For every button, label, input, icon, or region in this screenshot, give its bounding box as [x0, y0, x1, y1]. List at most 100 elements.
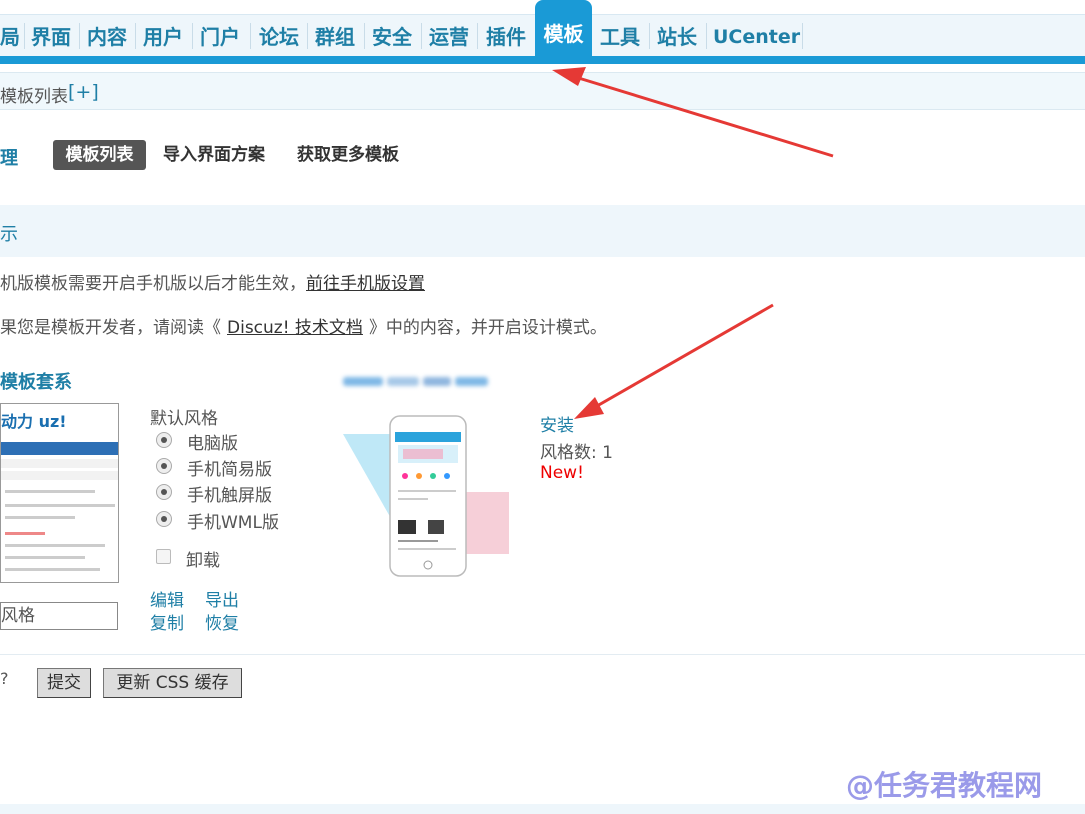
add-to-favorites-button[interactable]: [+] — [68, 81, 99, 103]
nav-item-groups[interactable]: 群组 — [315, 21, 355, 53]
mobile-settings-link[interactable]: 前往手机版设置 — [306, 274, 425, 294]
preview-line — [5, 568, 100, 571]
phone-thumb — [398, 520, 416, 534]
mobile-template-preview[interactable] — [343, 412, 511, 584]
tips-header: 示 — [0, 205, 1085, 257]
tip-developer-suffix: 》中的内容，并开启设计模式。 — [368, 318, 607, 338]
nav-item-forum[interactable]: 论坛 — [259, 21, 299, 53]
nav-separator — [477, 23, 478, 49]
phone-line — [398, 490, 456, 492]
nav-item-global[interactable]: 局 — [0, 21, 20, 53]
tips-title: 示 — [0, 224, 18, 245]
phone-dot — [430, 473, 436, 479]
radio-label: 电脑版 — [187, 434, 238, 454]
nav-item-security[interactable]: 安全 — [372, 21, 412, 53]
nav-item-ucenter[interactable]: UCenter — [713, 21, 800, 53]
radio-label: 手机WML版 — [187, 513, 279, 533]
submit-button[interactable]: 提交 — [37, 668, 91, 698]
phone-dot — [402, 473, 408, 479]
preview-logo: 动力 uz! — [1, 412, 67, 431]
phone-banner-text — [403, 449, 443, 459]
template-preview-image[interactable]: 动力 uz! — [0, 403, 119, 583]
default-style-label: 默认风格 — [150, 409, 218, 429]
uninstall-label: 卸载 — [186, 551, 220, 571]
preview-line — [5, 490, 95, 493]
nav-separator — [135, 23, 136, 49]
nav-separator — [307, 23, 308, 49]
radio-label: 手机简易版 — [187, 460, 272, 480]
phone-line — [398, 498, 428, 500]
blurred-template-name — [343, 373, 488, 389]
phone-line — [398, 540, 438, 542]
tab-import-scheme[interactable]: 导入界面方案 — [163, 140, 265, 170]
radio-button[interactable] — [156, 511, 172, 527]
restore-link[interactable]: 恢复 — [205, 609, 239, 634]
tip-developer-prefix: 果您是模板开发者，请阅读《 — [0, 318, 221, 338]
breadcrumb-text: 模板列表 — [0, 87, 68, 107]
preview-nav — [1, 442, 118, 455]
watermark: @任务君教程网 — [846, 769, 1043, 802]
nav-item-plugins[interactable]: 插件 — [486, 21, 526, 53]
preview-line — [5, 504, 115, 507]
section-title: 理 — [0, 148, 18, 169]
tip-mobile-text: 机版模板需要开启手机版以后才能生效， — [0, 274, 306, 294]
nav-separator — [706, 23, 707, 49]
blur-chip — [387, 377, 419, 386]
nav-separator — [421, 23, 422, 49]
preview-line — [5, 516, 75, 519]
nav-item-templates-label: 模板 — [543, 22, 584, 46]
arrow-head — [574, 397, 604, 419]
template-set-title: 模板套系 — [0, 372, 72, 393]
nav-item-portal[interactable]: 门户 — [200, 21, 240, 53]
nav-separator — [364, 23, 365, 49]
radio-button[interactable] — [156, 458, 172, 474]
uninstall-checkbox[interactable] — [156, 549, 171, 564]
blur-chip — [343, 377, 383, 386]
blur-chip — [455, 377, 488, 386]
nav-separator — [79, 23, 80, 49]
tab-template-list[interactable]: 模板列表 — [53, 140, 146, 170]
style-count: 风格数: 1 — [540, 443, 613, 463]
preview-line — [5, 556, 85, 559]
nav-item-webmaster[interactable]: 站长 — [657, 21, 697, 53]
nav-item-content[interactable]: 内容 — [87, 21, 127, 53]
nav-separator — [250, 23, 251, 49]
copy-link[interactable]: 复制 — [150, 609, 184, 634]
help-mark: ? — [0, 669, 9, 688]
preview-row — [1, 459, 118, 468]
radio-button[interactable] — [156, 432, 172, 448]
phone-dot — [444, 473, 450, 479]
style-name-input[interactable]: 风格 — [0, 602, 118, 630]
tech-docs-link[interactable]: Discuz! 技术文档 — [227, 318, 363, 338]
edit-link[interactable]: 编辑 — [150, 586, 184, 611]
nav-item-templates-active[interactable]: 模板 — [535, 0, 592, 64]
radio-label: 手机触屏版 — [187, 486, 272, 506]
install-link[interactable]: 安装 — [540, 411, 574, 436]
nav-item-users[interactable]: 用户 — [143, 21, 183, 53]
nav-item-operations[interactable]: 运营 — [429, 21, 469, 53]
phone-dot — [416, 473, 422, 479]
new-badge: New! — [540, 463, 584, 483]
nav-item-tools[interactable]: 工具 — [600, 21, 640, 53]
tab-get-more-templates[interactable]: 获取更多模板 — [297, 140, 399, 170]
export-link[interactable]: 导出 — [205, 586, 239, 611]
preview-header: 动力 uz! — [1, 404, 118, 442]
nav-item-interface[interactable]: 界面 — [31, 21, 71, 53]
arrow-line — [589, 303, 774, 412]
nav-separator — [649, 23, 650, 49]
phone-header — [395, 432, 461, 442]
preview-line — [5, 544, 105, 547]
preview-line — [5, 532, 45, 535]
divider — [0, 654, 1085, 655]
phone-thumb — [428, 520, 444, 534]
blur-chip — [423, 377, 451, 386]
update-css-cache-button[interactable]: 更新 CSS 缓存 — [103, 668, 242, 698]
radio-button[interactable] — [156, 484, 172, 500]
bottom-strip — [0, 804, 1085, 814]
phone-line — [398, 548, 456, 550]
preview-row — [1, 471, 118, 480]
nav-separator — [802, 23, 803, 49]
nav-separator — [24, 23, 25, 49]
tip-developer: 果您是模板开发者，请阅读《 Discuz! 技术文档 》中的内容，并开启设计模式。 — [0, 313, 607, 338]
breadcrumb: 模板列表 [+] — [0, 72, 1085, 110]
